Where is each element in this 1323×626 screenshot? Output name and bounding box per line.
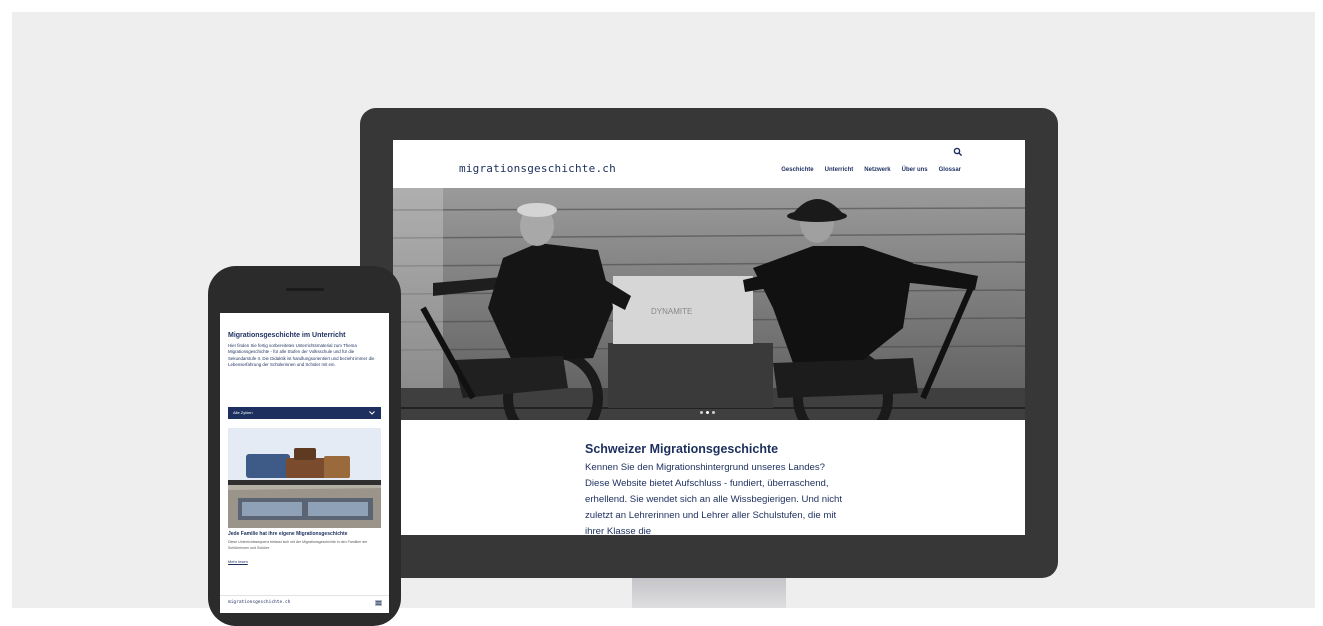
- search-icon[interactable]: [953, 147, 963, 157]
- mobile-intro-text: Hier finden Sie fertig vorbereitetes Unt…: [228, 343, 375, 368]
- nav-item-glossar[interactable]: Glossar: [939, 167, 961, 173]
- carousel-dot[interactable]: [700, 411, 703, 414]
- intro-text: Kennen Sie den Migrationshintergrund uns…: [585, 462, 843, 535]
- hamburger-menu-icon[interactable]: [375, 600, 382, 606]
- hero-photo-icon: DYNAMITE: [393, 188, 1025, 420]
- site-logo[interactable]: migrationsgeschichte.ch: [459, 162, 616, 175]
- card-text: Diese Unterrichtssequenz befasst sich mi…: [228, 540, 368, 550]
- monitor-stand: [632, 577, 786, 608]
- zyklus-select[interactable]: Alle Zyklen: [228, 407, 381, 419]
- phone-speaker: [286, 288, 324, 291]
- main-nav: Geschichte Unterricht Netzwerk Über uns …: [781, 167, 961, 173]
- nav-item-unterricht[interactable]: Unterricht: [825, 167, 854, 173]
- site-header: migrationsgeschichte.ch Geschichte Unter…: [393, 140, 1025, 189]
- mobile-footer-logo[interactable]: migrationsgeschichte.ch: [228, 600, 290, 605]
- card-title[interactable]: Jede Familie hat ihre eigene Migrationsg…: [228, 531, 347, 537]
- car-roof-luggage-icon: [228, 428, 381, 528]
- nav-item-netzwerk[interactable]: Netzwerk: [864, 167, 890, 173]
- desktop-screen: migrationsgeschichte.ch Geschichte Unter…: [393, 140, 1025, 535]
- svg-text:DYNAMITE: DYNAMITE: [651, 307, 692, 316]
- mobile-screen: Migrationsgeschichte im Unterricht Hier …: [220, 313, 389, 613]
- read-more-link[interactable]: Mehr lesen: [228, 559, 248, 564]
- intro-title: Schweizer Migrationsgeschichte: [585, 442, 779, 456]
- card-image[interactable]: [228, 428, 381, 528]
- footer-divider: [220, 595, 389, 596]
- nav-item-geschichte[interactable]: Geschichte: [781, 167, 813, 173]
- mobile-page-title: Migrationsgeschichte im Unterricht: [228, 332, 346, 339]
- zyklus-select-value: Alle Zyklen: [233, 410, 253, 415]
- chevron-down-icon: [369, 411, 375, 415]
- carousel-dot-active[interactable]: [706, 411, 709, 414]
- hero-image: DYNAMITE: [393, 188, 1025, 420]
- carousel-dots: [700, 411, 715, 414]
- carousel-dot[interactable]: [712, 411, 715, 414]
- nav-item-ueber-uns[interactable]: Über uns: [902, 167, 928, 173]
